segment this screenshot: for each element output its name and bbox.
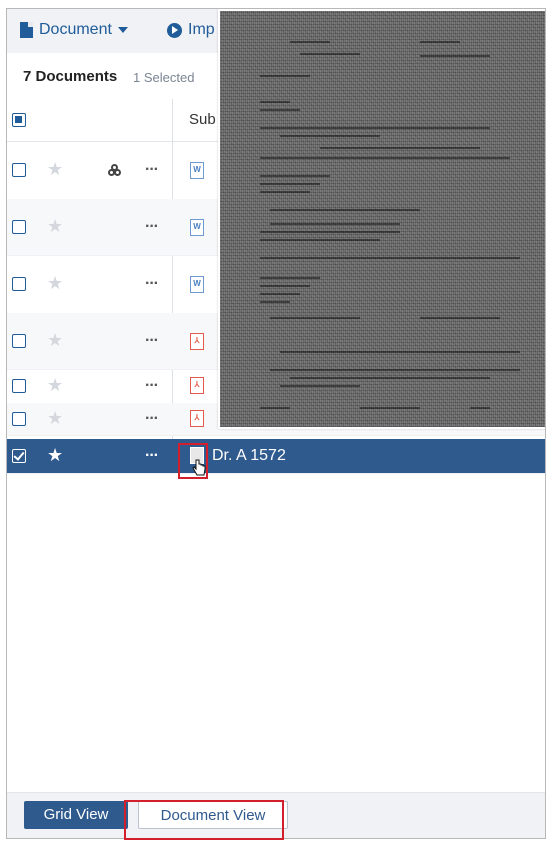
row-checkbox[interactable]	[12, 412, 26, 426]
row-checkbox-checked[interactable]	[12, 449, 26, 463]
star-icon[interactable]: ★	[47, 274, 63, 292]
document-count: 7 Documents	[23, 68, 118, 85]
scanned-document-image	[220, 11, 545, 427]
more-options-icon[interactable]: ···	[145, 276, 159, 292]
import-button[interactable]: Imp	[167, 21, 215, 39]
star-icon[interactable]: ★	[47, 376, 63, 394]
pdf-file-icon[interactable]: ⅄	[190, 333, 204, 350]
star-icon[interactable]: ★	[47, 331, 63, 349]
selected-count: 1 Selected	[133, 70, 195, 85]
pdf-file-icon[interactable]: ⅄	[190, 377, 204, 394]
word-file-icon[interactable]: W	[190, 276, 204, 293]
more-options-icon[interactable]: ···	[145, 333, 159, 349]
more-options-icon[interactable]: ···	[145, 378, 159, 394]
row-checkbox[interactable]	[12, 379, 26, 393]
document-icon	[20, 22, 33, 38]
column-header-subject[interactable]: Sub	[189, 111, 216, 128]
grid-view-button[interactable]: Grid View	[24, 801, 128, 829]
more-options-icon[interactable]: ···	[145, 448, 159, 464]
hand-pointer-icon	[192, 459, 206, 476]
star-icon-filled[interactable]: ★	[47, 446, 63, 464]
word-file-icon[interactable]: W	[190, 219, 204, 236]
document-list-panel: Document Imp 7 Documents 1 Selected Sub …	[6, 8, 546, 839]
document-preview-popup	[218, 9, 545, 429]
more-options-icon[interactable]: ···	[145, 219, 159, 235]
import-icon	[167, 22, 182, 38]
more-options-icon[interactable]: ···	[145, 162, 159, 178]
linked-documents-icon	[108, 164, 128, 178]
table-row-selected[interactable]: ★ ··· Dr. A 1572	[7, 439, 545, 474]
word-file-icon[interactable]: W	[190, 162, 204, 179]
pdf-file-icon[interactable]: ⅄	[190, 410, 204, 427]
highlight-box-document-view	[124, 800, 284, 840]
import-label: Imp	[188, 21, 215, 38]
document-menu-button[interactable]: Document	[20, 21, 128, 39]
row-checkbox[interactable]	[12, 220, 26, 234]
document-name[interactable]: Dr. A 1572	[212, 447, 286, 465]
star-icon[interactable]: ★	[47, 217, 63, 235]
document-menu-label: Document	[39, 21, 112, 38]
row-checkbox[interactable]	[12, 334, 26, 348]
star-icon[interactable]: ★	[47, 409, 63, 427]
row-checkbox[interactable]	[12, 163, 26, 177]
more-options-icon[interactable]: ···	[145, 411, 159, 427]
caret-down-icon	[117, 27, 128, 33]
star-icon[interactable]: ★	[47, 160, 63, 178]
select-all-checkbox[interactable]	[12, 113, 26, 127]
row-checkbox[interactable]	[12, 277, 26, 291]
